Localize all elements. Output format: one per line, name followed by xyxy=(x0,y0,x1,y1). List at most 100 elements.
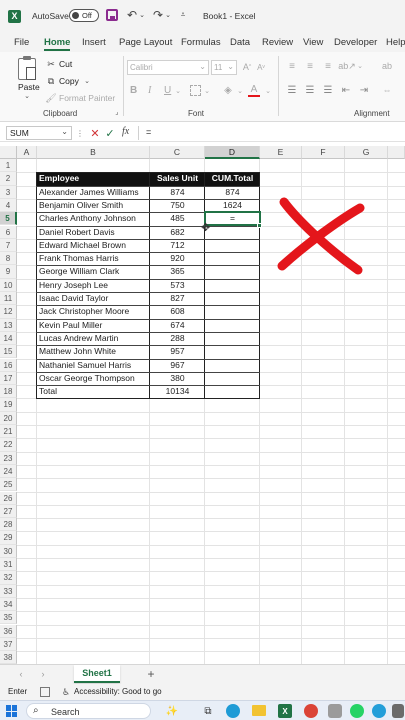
merge-center-icon[interactable]: ⇔ xyxy=(380,84,394,96)
cell-employee[interactable]: Charles Anthony Johnson xyxy=(37,212,150,225)
row-header[interactable]: 33 xyxy=(0,584,17,598)
cell-cum-total[interactable] xyxy=(205,279,260,292)
file-explorer-icon[interactable] xyxy=(252,705,266,716)
row-header[interactable]: 36 xyxy=(0,624,17,638)
column-header-d[interactable]: D xyxy=(205,146,260,159)
header-cum-total[interactable]: CUM.Total xyxy=(205,172,260,186)
cell-employee[interactable]: Lucas Andrew Martin xyxy=(37,332,150,345)
row-header[interactable]: 31 xyxy=(0,558,17,572)
more-options-icon[interactable]: ⋮ xyxy=(76,127,84,139)
formula-input[interactable]: = xyxy=(146,127,151,137)
header-sales-unit[interactable]: Sales Unit xyxy=(150,172,205,186)
decrease-font-icon[interactable]: Av xyxy=(256,61,266,73)
cell-sales-unit[interactable]: 608 xyxy=(150,305,205,318)
align-top-icon[interactable]: ≡ xyxy=(286,60,298,72)
add-sheet-button[interactable]: + xyxy=(144,666,158,682)
row-header[interactable]: 24 xyxy=(0,464,17,479)
copy-button[interactable]: Copy xyxy=(59,76,79,86)
cell-sales-unit[interactable]: 573 xyxy=(150,279,205,292)
row-header[interactable]: 26 xyxy=(0,491,17,505)
name-box[interactable]: SUM ⌄ xyxy=(6,126,72,140)
cell-cum-total[interactable] xyxy=(205,265,260,278)
increase-font-icon[interactable]: A ^ xyxy=(242,61,252,73)
scroll-right-icon[interactable]: › xyxy=(38,668,48,680)
row-header[interactable]: 1 xyxy=(0,159,17,173)
format-painter-icon[interactable]: 🖌 xyxy=(45,93,56,103)
redo-dropdown-icon[interactable]: ⌄ xyxy=(164,9,172,21)
cell-total-label[interactable]: Total xyxy=(37,385,150,398)
cell-employee[interactable]: Nathaniel Samuel Harris xyxy=(37,359,150,372)
cell-sales-unit[interactable]: 288 xyxy=(150,332,205,345)
align-center-icon[interactable]: ☰ xyxy=(304,84,316,96)
select-all-corner[interactable] xyxy=(0,146,17,159)
accessibility-status[interactable]: Accessibility: Good to go xyxy=(74,687,162,696)
cell-cum-total[interactable] xyxy=(205,226,260,239)
borders-icon[interactable] xyxy=(190,85,201,96)
align-left-icon[interactable]: ☰ xyxy=(286,84,298,96)
fill-handle[interactable] xyxy=(257,222,262,228)
enter-icon[interactable]: ✓ xyxy=(104,126,116,140)
row-header[interactable]: 7 xyxy=(0,238,17,253)
cell-cum-total[interactable] xyxy=(205,372,260,385)
copilot-icon[interactable]: ✨ xyxy=(164,704,180,718)
cut-icon[interactable]: ✂ xyxy=(46,59,56,69)
column-header-g[interactable]: G xyxy=(345,146,388,159)
row-header[interactable]: 5 xyxy=(0,212,17,226)
cell-total-value[interactable]: 10134 xyxy=(150,385,205,398)
tab-insert[interactable]: Insert xyxy=(82,37,106,48)
cell-cum-total[interactable] xyxy=(205,252,260,265)
row-header[interactable]: 35 xyxy=(0,611,17,625)
cancel-icon[interactable]: ✕ xyxy=(89,126,101,140)
paste-button[interactable]: Paste xyxy=(18,82,40,92)
row-header[interactable]: 4 xyxy=(0,198,17,213)
borders-dropdown-icon[interactable]: ⌄ xyxy=(203,87,211,95)
cell-employee[interactable]: Isaac David Taylor xyxy=(37,292,150,305)
column-header-f[interactable]: F xyxy=(302,146,345,159)
cell-employee[interactable]: Kevin Paul Miller xyxy=(37,319,150,332)
tab-formulas[interactable]: Formulas xyxy=(181,37,221,48)
orientation-dropdown-icon[interactable]: ⌄ xyxy=(356,62,364,70)
row-header[interactable]: 25 xyxy=(0,478,17,492)
cell-sales-unit[interactable]: 920 xyxy=(150,252,205,265)
row-header[interactable]: 21 xyxy=(0,425,17,439)
cell-sales-unit[interactable]: 380 xyxy=(150,372,205,385)
undo-dropdown-icon[interactable]: ⌄ xyxy=(138,9,146,21)
font-color-dropdown-icon[interactable]: ⌄ xyxy=(264,87,272,95)
edge-icon[interactable] xyxy=(226,704,240,718)
taskbar-search[interactable]: ⌕ Search xyxy=(26,703,151,719)
cell-sales-unit[interactable]: 485 xyxy=(150,212,205,225)
customize-qat-icon[interactable]: ⩡ xyxy=(178,9,188,21)
whatsapp-icon[interactable] xyxy=(350,704,364,718)
tab-data[interactable]: Data xyxy=(230,37,250,48)
row-header[interactable]: 28 xyxy=(0,518,17,532)
chrome-icon[interactable] xyxy=(304,704,318,718)
align-bottom-icon[interactable]: ≡ xyxy=(322,60,334,72)
align-right-icon[interactable]: ☰ xyxy=(322,84,334,96)
cell-cum-total[interactable]: 1624 xyxy=(205,199,260,212)
cell-employee[interactable]: Jack Christopher Moore xyxy=(37,305,150,318)
task-view-icon[interactable]: ⧉ xyxy=(202,704,214,718)
row-header[interactable]: 2 xyxy=(0,172,17,186)
cell-employee[interactable]: Henry Joseph Lee xyxy=(37,279,150,292)
macro-recording-icon[interactable] xyxy=(40,687,50,697)
underline-button[interactable]: U xyxy=(164,85,171,96)
tab-file[interactable]: File xyxy=(14,37,29,48)
paste-dropdown-icon[interactable]: ⌄ xyxy=(23,92,31,100)
app-icon[interactable] xyxy=(328,704,342,718)
underline-dropdown-icon[interactable]: ⌄ xyxy=(174,87,182,95)
row-header[interactable]: 11 xyxy=(0,292,17,306)
cell-sales-unit[interactable]: 712 xyxy=(150,239,205,252)
column-header-e[interactable]: E xyxy=(260,146,302,159)
cell-sales-unit[interactable]: 874 xyxy=(150,186,205,199)
row-header[interactable]: 19 xyxy=(0,398,17,412)
italic-button[interactable]: I xyxy=(148,85,151,96)
row-header[interactable]: 13 xyxy=(0,318,17,332)
tab-review[interactable]: Review xyxy=(262,37,293,48)
tab-help[interactable]: Help xyxy=(386,37,405,48)
autosave-toggle[interactable]: Off xyxy=(69,9,99,22)
accessibility-icon[interactable]: ♿ xyxy=(61,686,71,698)
cell-employee[interactable]: George William Clark xyxy=(37,265,150,278)
cell-employee[interactable]: Frank Thomas Harris xyxy=(37,252,150,265)
cell-sales-unit[interactable]: 750 xyxy=(150,199,205,212)
telegram-icon[interactable] xyxy=(372,704,386,718)
